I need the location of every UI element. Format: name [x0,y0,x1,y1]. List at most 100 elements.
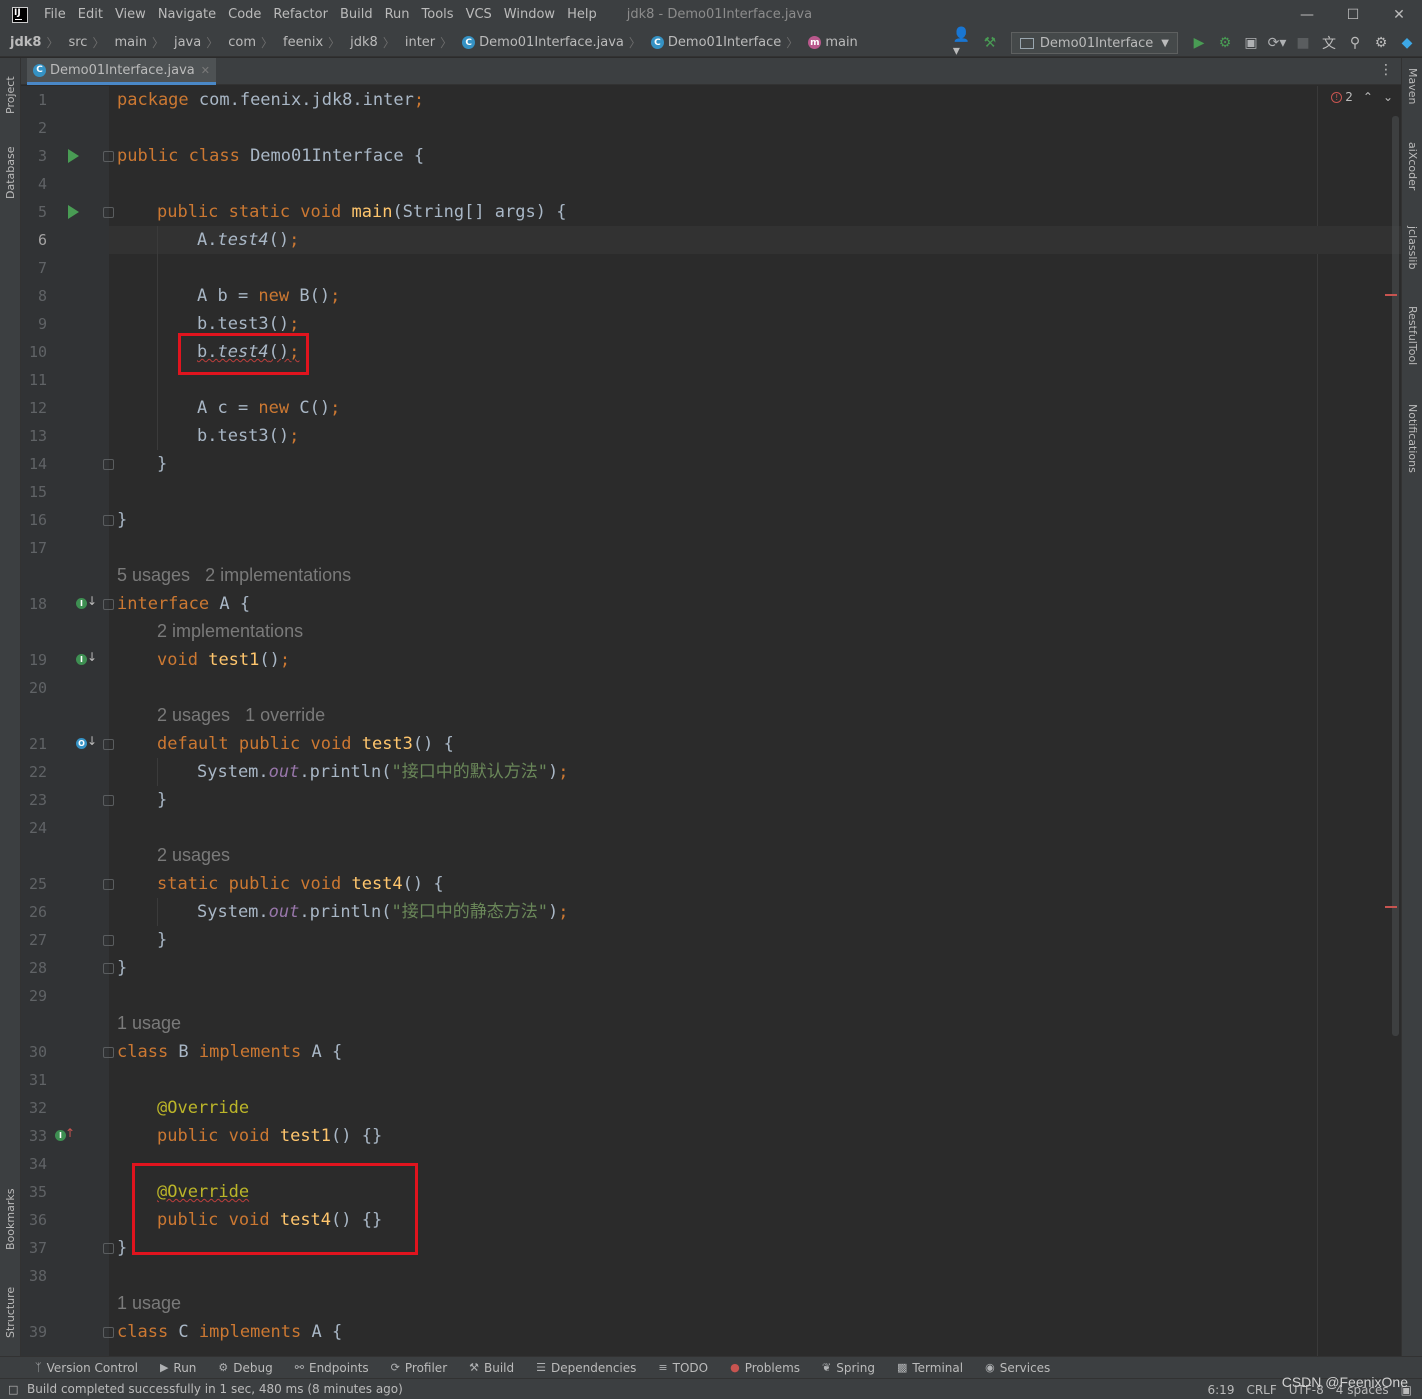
menu-build[interactable]: Build [340,7,373,22]
breadcrumb-jdk8[interactable]: jdk8 〉 [340,34,395,51]
stop-icon[interactable]: ■ [1292,32,1314,54]
window-title: jdk8 - Demo01Interface.java [626,7,813,22]
tool-window-maven[interactable]: Maven [1404,68,1421,124]
editor-tab-demo01interface[interactable]: C Demo01Interface.java ✕ [27,58,216,85]
tool-profiler[interactable]: ⟳ Profiler [391,1361,447,1375]
implemented-icon[interactable]: I [76,598,87,609]
settings-gear-icon[interactable]: ⚙ [1370,32,1392,54]
translate-icon[interactable]: 文 [1318,32,1340,54]
caret-position[interactable]: 6:19 [1208,1383,1235,1397]
code-vision-usages[interactable]: 2 usages [157,841,230,869]
search-icon[interactable]: ⚲ [1344,32,1366,54]
code-line-9: b.test3(); [197,314,300,334]
code-vision-usages[interactable]: 2 usages 1 override [157,701,325,729]
code-vision-usages[interactable]: 5 usages 2 implementations [117,561,351,589]
menu-file[interactable]: File [44,7,66,22]
tool-problems[interactable]: ● Problems [730,1361,800,1375]
breadcrumb-main[interactable]: main 〉 [104,34,164,51]
line-number: 16 [28,511,47,529]
maximize-icon[interactable]: ☐ [1330,0,1376,29]
code-line-22: System.out.println("接口中的默认方法"); [197,762,569,782]
error-stripe-mark[interactable] [1385,906,1397,908]
tool-services[interactable]: ◉ Services [985,1361,1050,1375]
error-stripe-mark[interactable] [1385,294,1397,296]
status-toggle-icon[interactable]: □ [8,1383,18,1396]
line-separator[interactable]: CRLF [1246,1383,1276,1397]
tool-window-structure[interactable]: Structure [2,1276,19,1348]
menu-help[interactable]: Help [567,7,597,22]
terminal-icon: ▩ [896,1361,908,1374]
code-vision-usages[interactable]: 1 usage [117,1289,181,1317]
tool-dependencies[interactable]: ☰ Dependencies [536,1361,636,1375]
breadcrumb-feenix[interactable]: feenix 〉 [273,34,340,51]
hammer-build-icon[interactable]: ⚒ [979,32,1001,54]
code-editor[interactable]: 1 2 3 4 5 6 7 8 9 10 11 12 13 14 15 16 17 18 19 20 21 22 23 24 2… [21,86,1401,1356]
tool-window-bookmarks[interactable]: Bookmarks [2,1178,19,1260]
menu-window[interactable]: Window [504,7,555,22]
breadcrumb-class[interactable]: C Demo01Interface 〉 [641,34,798,51]
status-message[interactable]: Build completed successfully in 1 sec, 4… [27,1382,403,1396]
breadcrumb-file[interactable]: C Demo01Interface.java 〉 [452,34,641,51]
breadcrumb-project[interactable]: jdk8 〉 [0,34,58,51]
breadcrumb-method[interactable]: m main [798,35,858,50]
menu-run[interactable]: Run [385,7,410,22]
tool-version-control[interactable]: ᛉ Version Control [35,1361,138,1375]
code-line-5: public static void main(String[] args) { [157,202,567,222]
tool-window-project[interactable]: Project [2,64,19,126]
breadcrumb-src[interactable]: src 〉 [58,34,104,51]
tool-endpoints[interactable]: ⚯ Endpoints [295,1361,369,1375]
line-number: 35 [28,1183,47,1201]
overridden-icon[interactable]: O [76,738,87,749]
tool-terminal[interactable]: ▩ Terminal [897,1361,963,1375]
run-gutter-icon[interactable] [68,149,79,163]
close-icon[interactable]: ✕ [1376,0,1422,29]
tool-debug[interactable]: ⚙ Debug [218,1361,272,1375]
inspection-widget[interactable]: ! 2 ⌃ ⌄ [1331,90,1393,104]
tool-todo[interactable]: ≡ TODO [658,1361,708,1375]
run-configuration-select[interactable]: Demo01Interface ▼ [1010,32,1178,54]
line-number: 1 [37,91,47,109]
tool-window-aixcoder[interactable]: aiXcoder [1404,142,1421,212]
tool-window-notifications[interactable]: Notifications [1404,404,1421,494]
menu-navigate[interactable]: Navigate [158,7,216,22]
line-number: 10 [28,343,47,361]
run-gutter-icon[interactable] [68,205,79,219]
code-line-18: interface A { [117,594,251,614]
close-tab-icon[interactable]: ✕ [201,64,210,77]
breadcrumb-java[interactable]: java 〉 [164,34,218,51]
menu-vcs[interactable]: VCS [466,7,492,22]
line-number: 3 [37,147,47,165]
code-vision-implementations[interactable]: 2 implementations [157,617,303,645]
jetbrains-toolbox-icon[interactable]: ◆ [1396,32,1418,54]
tool-window-database[interactable]: Database [2,138,19,208]
menu-refactor[interactable]: Refactor [273,7,328,22]
menu-view[interactable]: View [115,7,146,22]
debug-icon[interactable]: ⚙ [1214,32,1236,54]
code-area[interactable]: package com.feenix.jdk8.inter; public cl… [109,86,1401,1356]
vertical-scrollbar[interactable] [1392,116,1399,1036]
tool-window-restfultool[interactable]: RestfulTool [1404,306,1421,386]
class-icon: C [650,36,664,49]
breadcrumb-inter[interactable]: inter 〉 [395,34,452,51]
tool-spring[interactable]: ❦ Spring [822,1361,875,1375]
user-icon[interactable]: 👤▾ [953,27,975,59]
code-line-8: A b = new B(); [197,286,341,306]
run-icon[interactable]: ▶ [1188,32,1210,54]
previous-error-icon[interactable]: ⌃ [1363,90,1373,104]
implemented-icon[interactable]: I [76,654,87,665]
profile-icon[interactable]: ⟳▾ [1266,32,1288,54]
minimize-icon[interactable]: — [1284,0,1330,29]
coverage-icon[interactable]: ▣ [1240,32,1262,54]
breadcrumb-com[interactable]: com 〉 [218,34,273,51]
menu-tools[interactable]: Tools [422,7,454,22]
menu-code[interactable]: Code [228,7,261,22]
code-line-19: void test1(); [157,650,291,670]
more-tabs-icon[interactable]: ⋮ [1379,62,1393,78]
menu-edit[interactable]: Edit [78,7,103,22]
next-error-icon[interactable]: ⌄ [1383,90,1393,104]
tool-run[interactable]: ▶ Run [160,1361,196,1375]
tool-window-jclasslib[interactable]: jclasslib [1404,226,1421,288]
line-number: 6 [37,231,47,249]
code-vision-usages[interactable]: 1 usage [117,1009,181,1037]
tool-build[interactable]: ⚒ Build [469,1361,514,1375]
